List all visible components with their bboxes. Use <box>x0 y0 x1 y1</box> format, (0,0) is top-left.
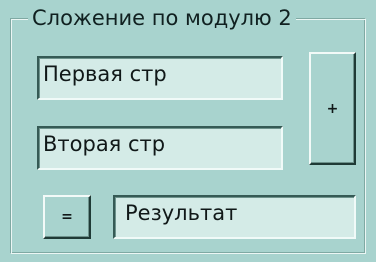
first-string-field[interactable]: Первая стр <box>37 56 283 100</box>
groupbox-title: Сложение по модулю 2 <box>28 3 296 33</box>
second-string-field[interactable]: Вторая стр <box>37 126 283 170</box>
add-button[interactable]: + <box>309 52 356 165</box>
equals-button[interactable]: = <box>43 195 91 239</box>
result-field[interactable]: Результат <box>113 195 356 239</box>
